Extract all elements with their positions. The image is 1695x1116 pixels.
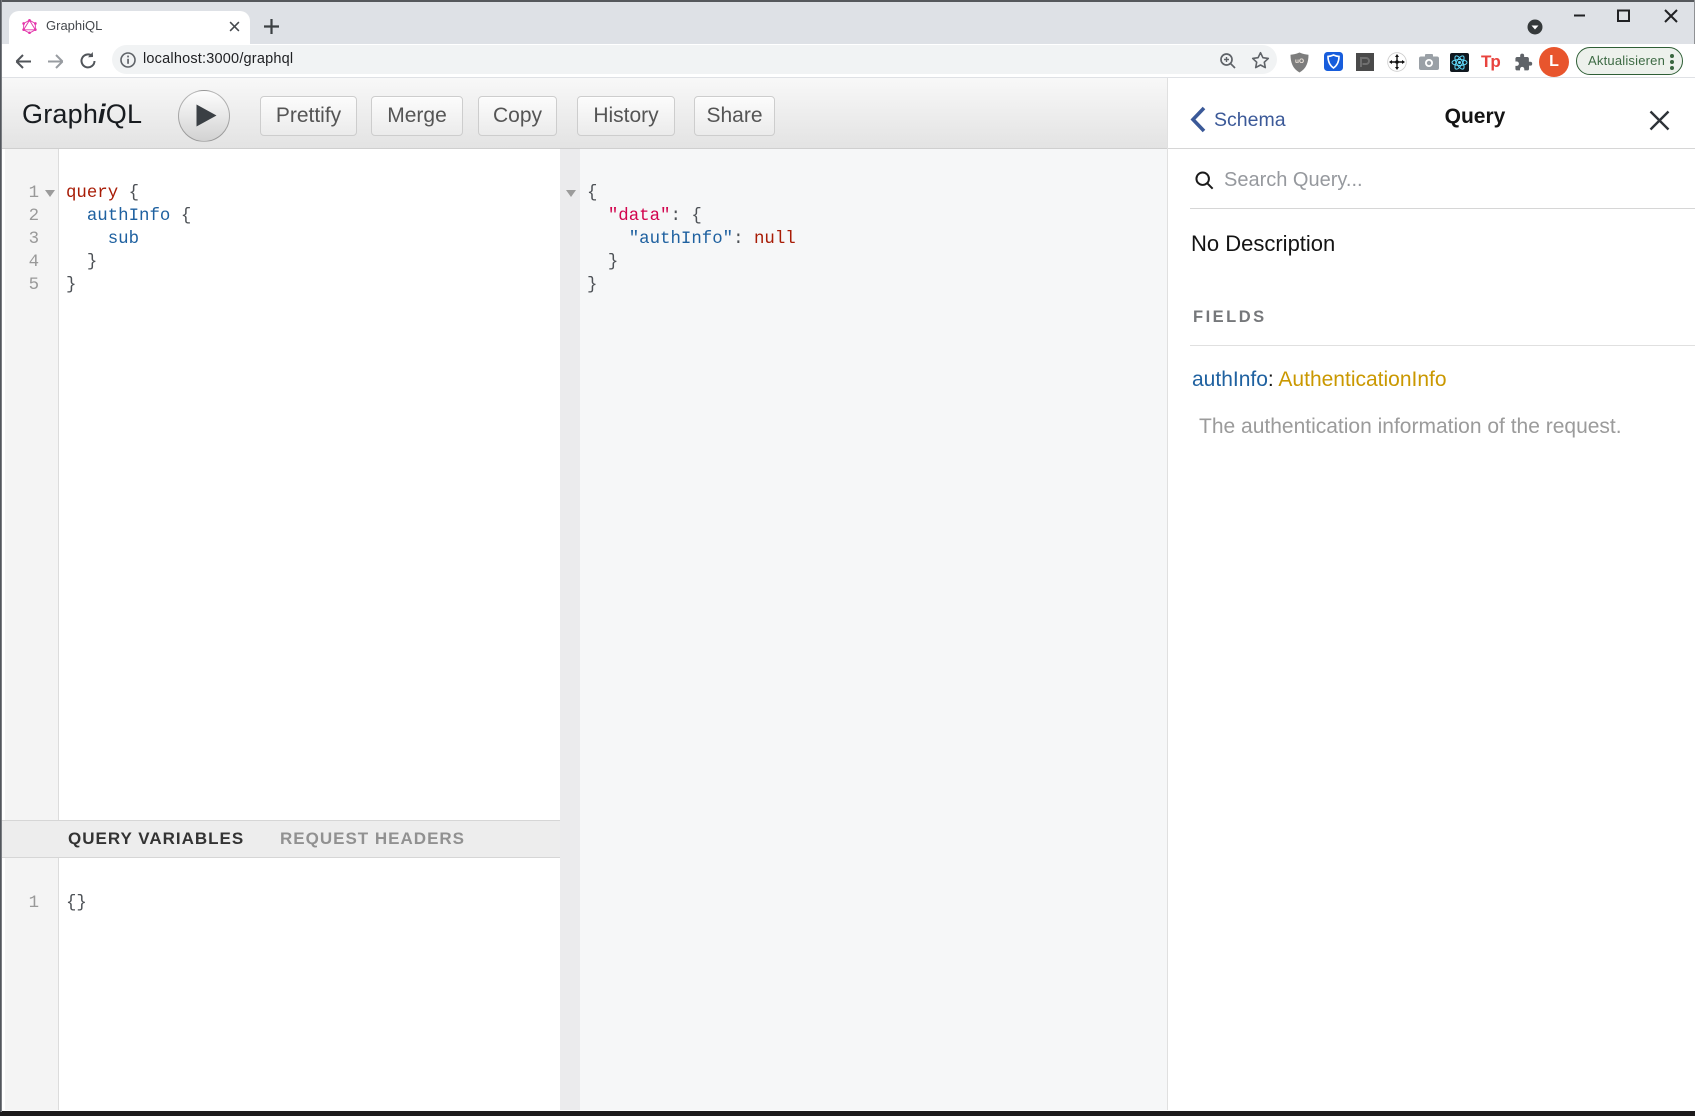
svg-text:uO: uO — [1295, 58, 1304, 65]
